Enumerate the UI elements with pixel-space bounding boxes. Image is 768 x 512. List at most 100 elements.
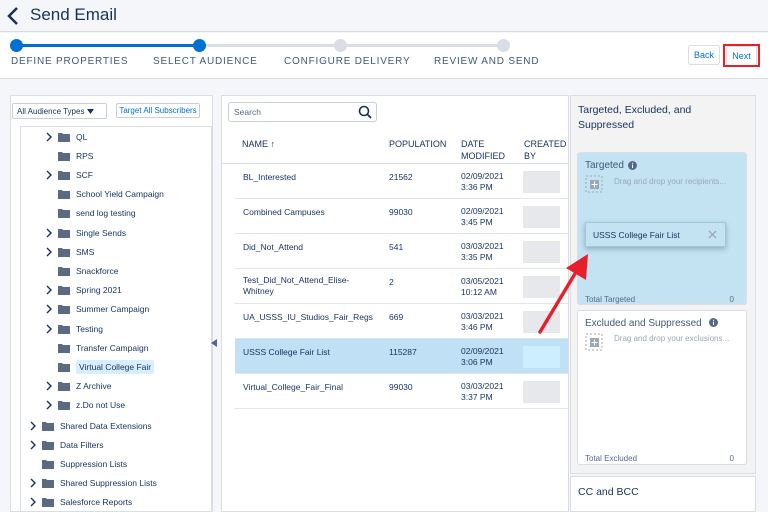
row-name-line2: Whitney bbox=[243, 286, 274, 296]
chevron-right-icon[interactable] bbox=[44, 132, 54, 142]
table-row[interactable]: Virtual_College_Fair_Final 99030 03/03/202… bbox=[235, 374, 568, 409]
annotation-arrow-icon bbox=[538, 254, 588, 334]
close-icon[interactable] bbox=[708, 230, 717, 239]
step-dot-review-send[interactable] bbox=[497, 39, 510, 52]
progress-track-todo bbox=[200, 44, 504, 47]
back-button[interactable]: Back bbox=[688, 45, 720, 65]
row-population: 21562 bbox=[389, 172, 413, 182]
tree-item[interactable]: send log testing bbox=[44, 205, 136, 222]
back-chevron-icon[interactable] bbox=[6, 6, 20, 26]
tree-item-label: Data Filters bbox=[60, 439, 104, 450]
tree-item-label: SCF bbox=[76, 169, 93, 180]
folder-icon bbox=[58, 228, 70, 238]
tree-item-label: Salesforce Reports bbox=[60, 497, 133, 508]
row-name-line1: Virtual_College_Fair_Final bbox=[243, 382, 344, 392]
cc-bcc-label: CC and BCC bbox=[578, 486, 639, 498]
targeting-panel-title: Targeted, Excluded, and Suppressed bbox=[578, 104, 692, 131]
tree-item[interactable]: Shared Data Extensions bbox=[28, 417, 152, 434]
chevron-right-icon[interactable] bbox=[44, 304, 54, 314]
progress-indicator: DEFINE PROPERTIES SELECT AUDIENCE CONFIG… bbox=[0, 33, 768, 79]
tree-item[interactable]: Transfer Campaign bbox=[44, 339, 148, 356]
step-label-configure-delivery: CONFIGURE DELIVERY bbox=[284, 56, 411, 67]
column-header-date-modified[interactable]: DATE MODIFIED bbox=[461, 138, 505, 162]
row-date-modified: 02/09/2021 3:45 PM bbox=[461, 206, 504, 228]
step-dot-configure-delivery[interactable] bbox=[334, 39, 347, 52]
folder-icon bbox=[58, 305, 70, 315]
tree-item-label: Summer Campaign bbox=[76, 304, 150, 315]
chevron-right-icon[interactable] bbox=[28, 478, 38, 488]
folder-icon bbox=[58, 382, 70, 392]
row-name-line1: USSS College Fair List bbox=[243, 347, 330, 357]
chevron-right-icon[interactable] bbox=[44, 228, 54, 238]
chevron-right-icon[interactable] bbox=[44, 247, 54, 257]
folder-icon bbox=[58, 343, 70, 353]
tree-item-label: Testing bbox=[76, 323, 103, 334]
tree-item-label: RPS bbox=[76, 150, 94, 161]
chevron-right-icon[interactable] bbox=[28, 497, 38, 507]
progress-track-done bbox=[16, 44, 200, 47]
excluded-title: Excluded and Suppressed bbox=[585, 318, 702, 329]
row-date: 03/05/2021 bbox=[461, 276, 504, 286]
info-icon[interactable] bbox=[628, 161, 637, 170]
folder-icon bbox=[42, 421, 54, 431]
tree-item[interactable]: Salesforce Reports bbox=[28, 494, 132, 511]
step-dot-define-properties[interactable] bbox=[10, 39, 23, 52]
chevron-right-icon[interactable] bbox=[28, 421, 38, 431]
table-row[interactable]: USSS College Fair List 115287 02/09/2021 3:… bbox=[235, 339, 568, 374]
targeted-drop-hint: Drag and drop your recipients... bbox=[614, 177, 727, 186]
tree-item[interactable]: Testing bbox=[44, 320, 103, 337]
folder-icon bbox=[58, 401, 70, 411]
column-header-created-by[interactable]: CREATED BY bbox=[524, 138, 566, 162]
collapse-panel-icon[interactable] bbox=[211, 339, 217, 347]
tree-item[interactable]: SMS bbox=[44, 243, 94, 260]
tree-item[interactable]: Summer Campaign bbox=[44, 301, 149, 318]
folder-tree-list[interactable] bbox=[20, 126, 212, 512]
row-date: 02/09/2021 bbox=[461, 171, 504, 181]
table-row[interactable]: UA_USSS_IU_Studios_Fair_Regs 669 03/03/202… bbox=[235, 304, 568, 339]
tree-item-label: send log testing bbox=[76, 208, 136, 219]
step-dot-select-audience[interactable] bbox=[193, 39, 206, 52]
tree-item[interactable]: Spring 2021 bbox=[44, 282, 122, 299]
column-header-population[interactable]: POPULATION bbox=[389, 138, 446, 150]
row-name: Test_Did_Not_Attend_Elise- Whitney bbox=[243, 275, 349, 297]
tree-item[interactable]: Z Archive bbox=[44, 378, 111, 395]
chevron-right-icon[interactable] bbox=[44, 324, 54, 334]
row-name: USSS College Fair List bbox=[243, 347, 330, 358]
row-time: 10:12 AM bbox=[461, 287, 497, 297]
column-header-name-label: NAME bbox=[242, 139, 269, 149]
tree-item[interactable]: Single Sends bbox=[44, 224, 126, 241]
tree-item[interactable]: Data Filters bbox=[28, 436, 103, 453]
audience-type-select[interactable]: All Audience Types bbox=[12, 103, 107, 119]
tree-item[interactable]: QL bbox=[44, 128, 87, 145]
row-date-modified: 03/03/2021 3:46 PM bbox=[461, 311, 504, 333]
chevron-right-icon[interactable] bbox=[28, 440, 38, 450]
chevron-right-icon[interactable] bbox=[44, 400, 54, 410]
dragging-list-card[interactable]: USSS College Fair List bbox=[585, 222, 726, 247]
chevron-right-icon[interactable] bbox=[44, 381, 54, 391]
tree-item[interactable]: Snackforce bbox=[44, 262, 119, 279]
table-row[interactable]: Did_Not_Attend 541 03/03/2021 3:35 PM bbox=[235, 234, 568, 269]
search-icon[interactable] bbox=[358, 105, 372, 119]
tree-item[interactable]: SCF bbox=[44, 166, 93, 183]
column-header-created-line1: CREATED bbox=[524, 139, 567, 149]
tree-item-label: Single Sends bbox=[76, 227, 127, 238]
tree-item[interactable]: School Yield Campaign bbox=[44, 186, 164, 203]
tree-item[interactable]: Virtual College Fair bbox=[44, 358, 155, 375]
chevron-right-icon[interactable] bbox=[44, 170, 54, 180]
folder-icon bbox=[42, 479, 54, 489]
tree-item[interactable]: Shared Suppression Lists bbox=[28, 475, 157, 492]
table-row[interactable]: BL_Interested 21562 02/09/2021 3:36 PM bbox=[235, 164, 568, 199]
tree-item[interactable]: z.Do not Use bbox=[44, 397, 125, 414]
table-row[interactable]: Test_Did_Not_Attend_Elise- Whitney 2 03/05/… bbox=[235, 269, 568, 304]
search-input[interactable]: Search bbox=[228, 102, 377, 122]
info-icon[interactable] bbox=[709, 318, 718, 327]
row-created-by bbox=[523, 346, 560, 368]
tree-item[interactable]: RPS bbox=[44, 147, 93, 164]
chevron-right-icon[interactable] bbox=[44, 285, 54, 295]
column-header-name[interactable]: NAME ↑ bbox=[242, 138, 275, 150]
target-all-subscribers-button[interactable]: Target All Subscribers bbox=[116, 103, 200, 118]
tree-item[interactable]: Suppression Lists bbox=[28, 455, 127, 472]
row-date: 02/09/2021 bbox=[461, 346, 504, 356]
table-row[interactable]: Combined Campuses 99030 02/09/2021 3:45 PM bbox=[235, 199, 568, 234]
row-time: 3:37 PM bbox=[461, 392, 493, 402]
